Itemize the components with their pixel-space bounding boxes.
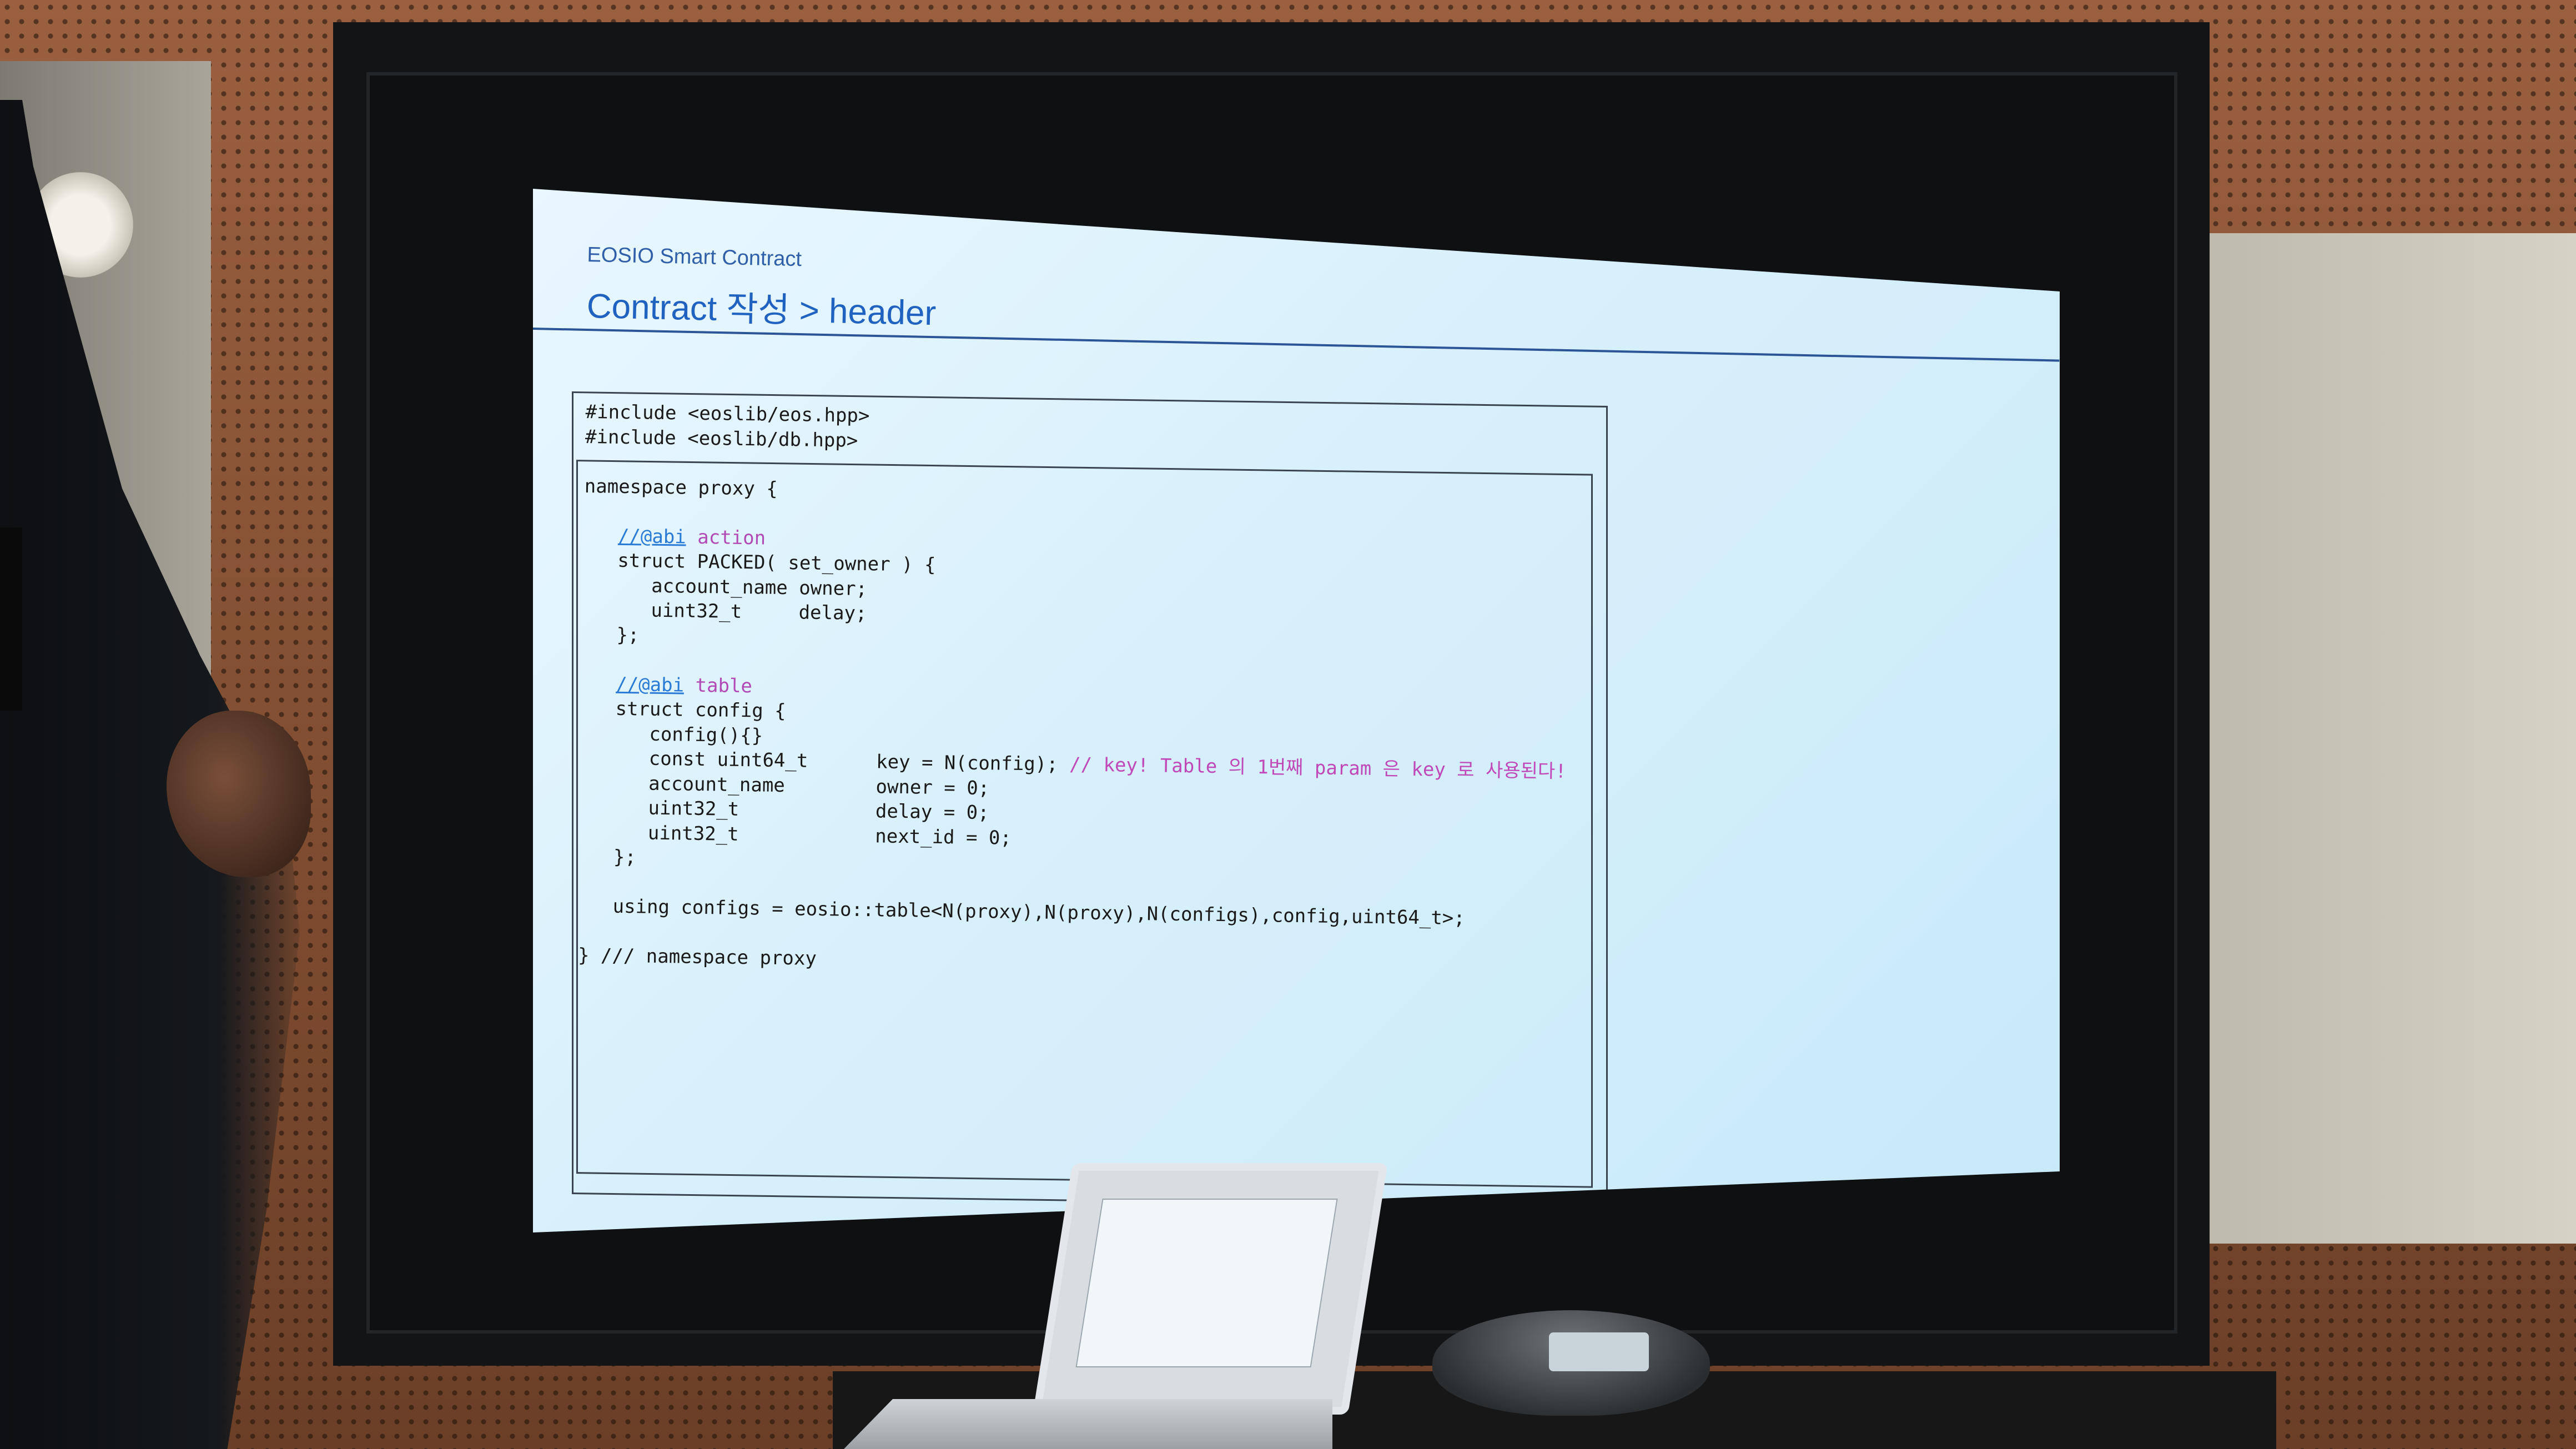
code-line: #include <eoslib/db.hpp>: [585, 425, 858, 452]
conference-phone: [1432, 1310, 1710, 1416]
code-line: #include <eoslib/eos.hpp>: [585, 400, 870, 427]
code-line: struct config {: [581, 697, 786, 723]
laptop-screen: [1033, 1163, 1388, 1415]
code-comment: //@abi: [615, 673, 685, 697]
laptop-slide-preview: [1075, 1199, 1338, 1367]
slide-title: Contract 작성 > header: [586, 286, 937, 333]
code-line: };: [582, 623, 640, 646]
code-line: uint32_t delay = 0;: [580, 796, 989, 824]
code-line: uint32_t next_id = 0;: [579, 821, 1012, 849]
code-line: } /// namespace proxy: [577, 944, 817, 970]
code-keyword: table: [695, 674, 753, 697]
code-block: #include <eoslib/eos.hpp> #include <eosl…: [578, 400, 1572, 982]
phone-display: [1549, 1332, 1649, 1371]
code-keyword: action: [697, 526, 766, 550]
code-line: account_name owner;: [583, 573, 868, 600]
code-line: const uint64_t key = N(config);: [580, 746, 1058, 776]
right-wall-panel: [2193, 233, 2576, 1244]
code-line: struct PACKED( set_owner ) {: [583, 549, 936, 576]
code-line: using configs = eosio::table<N(proxy),N(…: [578, 894, 1466, 930]
code-line: uint32_t delay;: [582, 598, 867, 625]
title-divider: [533, 328, 2060, 362]
code-comment: //@abi: [617, 525, 687, 549]
code-comment: // key! Table 의 1번째 param 은 key 로 사용된다!: [1069, 753, 1567, 783]
microphone: [0, 527, 22, 711]
code-line: account_name owner = 0;: [580, 771, 990, 799]
presentation-screen: EOSIO Smart Contract Contract 작성 > heade…: [533, 189, 2060, 1232]
slide-subtitle: EOSIO Smart Contract: [587, 243, 802, 271]
laptop-base: [844, 1399, 1332, 1449]
code-line: };: [579, 845, 637, 869]
code-line: namespace proxy {: [584, 475, 778, 500]
code-line: config(){}: [581, 722, 763, 747]
